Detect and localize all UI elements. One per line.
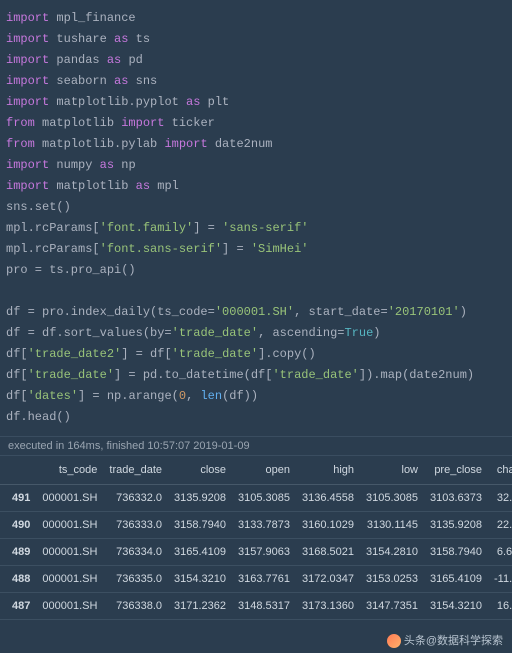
code-line: sns.set() xyxy=(6,197,506,218)
dataframe-table: ts_code trade_date close open high low p… xyxy=(0,456,512,620)
table-header: close xyxy=(168,456,232,485)
code-line: import numpy as np xyxy=(6,155,506,176)
watermark: 头条@数据科学探索 xyxy=(384,631,506,649)
table-row: 489000001.SH736334.03165.41093157.906331… xyxy=(0,539,512,566)
table-cell: 3154.2810 xyxy=(360,539,424,566)
code-line: df.head() xyxy=(6,407,506,428)
table-cell: 3165.4109 xyxy=(424,566,488,593)
table-cell: -11.0 xyxy=(488,566,512,593)
table-cell: 3157.9063 xyxy=(232,539,296,566)
code-line: df['dates'] = np.arange(0, len(df)) xyxy=(6,386,506,407)
table-cell: 3135.9208 xyxy=(168,485,232,512)
table-cell: 3160.1029 xyxy=(296,512,360,539)
table-cell: 000001.SH xyxy=(36,593,103,620)
table-cell: 6.61 xyxy=(488,539,512,566)
output-table-area: ts_code trade_date close open high low p… xyxy=(0,456,512,620)
code-line: from matplotlib import ticker xyxy=(6,113,506,134)
table-cell: 736335.0 xyxy=(103,566,168,593)
table-row: 487000001.SH736338.03171.23623148.531731… xyxy=(0,593,512,620)
table-cell: 000001.SH xyxy=(36,566,103,593)
table-cell: 3133.7873 xyxy=(232,512,296,539)
table-header: open xyxy=(232,456,296,485)
table-header-row: ts_code trade_date close open high low p… xyxy=(0,456,512,485)
code-line: import matplotlib.pyplot as plt xyxy=(6,92,506,113)
table-cell: 3136.4558 xyxy=(296,485,360,512)
row-index: 490 xyxy=(0,512,36,539)
table-header: trade_date xyxy=(103,456,168,485)
code-line xyxy=(6,281,506,302)
table-header: pre_close xyxy=(424,456,488,485)
table-cell: 3163.7761 xyxy=(232,566,296,593)
table-header: ts_code xyxy=(36,456,103,485)
code-line: mpl.rcParams['font.family'] = 'sans-seri… xyxy=(6,218,506,239)
table-cell: 3103.6373 xyxy=(424,485,488,512)
row-index: 489 xyxy=(0,539,36,566)
table-cell: 736338.0 xyxy=(103,593,168,620)
execution-status: executed in 164ms, finished 10:57:07 201… xyxy=(0,436,512,456)
table-row: 491000001.SH736332.03135.92083105.308531… xyxy=(0,485,512,512)
avatar-icon xyxy=(387,634,401,648)
table-cell: 3135.9208 xyxy=(424,512,488,539)
table-cell: 3153.0253 xyxy=(360,566,424,593)
table-row: 490000001.SH736333.03158.79403133.787331… xyxy=(0,512,512,539)
code-line: import tushare as ts xyxy=(6,29,506,50)
table-cell: 000001.SH xyxy=(36,539,103,566)
code-line: pro = ts.pro_api() xyxy=(6,260,506,281)
table-row: 488000001.SH736335.03154.32103163.776131… xyxy=(0,566,512,593)
table-cell: 3105.3085 xyxy=(232,485,296,512)
table-cell: 3168.5021 xyxy=(296,539,360,566)
table-cell: 3171.2362 xyxy=(168,593,232,620)
table-cell: 3154.3210 xyxy=(424,593,488,620)
table-cell: 3158.7940 xyxy=(424,539,488,566)
code-line: import pandas as pd xyxy=(6,50,506,71)
code-line: df['trade_date'] = pd.to_datetime(df['tr… xyxy=(6,365,506,386)
row-index: 491 xyxy=(0,485,36,512)
table-cell: 16.9 xyxy=(488,593,512,620)
table-cell: 000001.SH xyxy=(36,485,103,512)
table-header xyxy=(0,456,36,485)
table-header: low xyxy=(360,456,424,485)
code-line: df['trade_date2'] = df['trade_date'].cop… xyxy=(6,344,506,365)
table-cell: 3147.7351 xyxy=(360,593,424,620)
table-cell: 736334.0 xyxy=(103,539,168,566)
table-cell: 3165.4109 xyxy=(168,539,232,566)
table-cell: 22.8 xyxy=(488,512,512,539)
code-line: df = pro.index_daily(ts_code='000001.SH'… xyxy=(6,302,506,323)
code-line: import mpl_finance xyxy=(6,8,506,29)
table-cell: 3158.7940 xyxy=(168,512,232,539)
code-line: df = df.sort_values(by='trade_date', asc… xyxy=(6,323,506,344)
table-cell: 000001.SH xyxy=(36,512,103,539)
table-header: char xyxy=(488,456,512,485)
row-index: 488 xyxy=(0,566,36,593)
table-cell: 32.2 xyxy=(488,485,512,512)
code-line: mpl.rcParams['font.sans-serif'] = 'SimHe… xyxy=(6,239,506,260)
table-cell: 3172.0347 xyxy=(296,566,360,593)
table-cell: 3130.1145 xyxy=(360,512,424,539)
table-header: high xyxy=(296,456,360,485)
table-cell: 3148.5317 xyxy=(232,593,296,620)
table-cell: 3154.3210 xyxy=(168,566,232,593)
table-cell: 736333.0 xyxy=(103,512,168,539)
table-cell: 3173.1360 xyxy=(296,593,360,620)
code-line: import seaborn as sns xyxy=(6,71,506,92)
code-line: import matplotlib as mpl xyxy=(6,176,506,197)
table-cell: 3105.3085 xyxy=(360,485,424,512)
code-line: from matplotlib.pylab import date2num xyxy=(6,134,506,155)
code-editor[interactable]: import mpl_finance import tushare as ts … xyxy=(0,0,512,436)
table-cell: 736332.0 xyxy=(103,485,168,512)
row-index: 487 xyxy=(0,593,36,620)
